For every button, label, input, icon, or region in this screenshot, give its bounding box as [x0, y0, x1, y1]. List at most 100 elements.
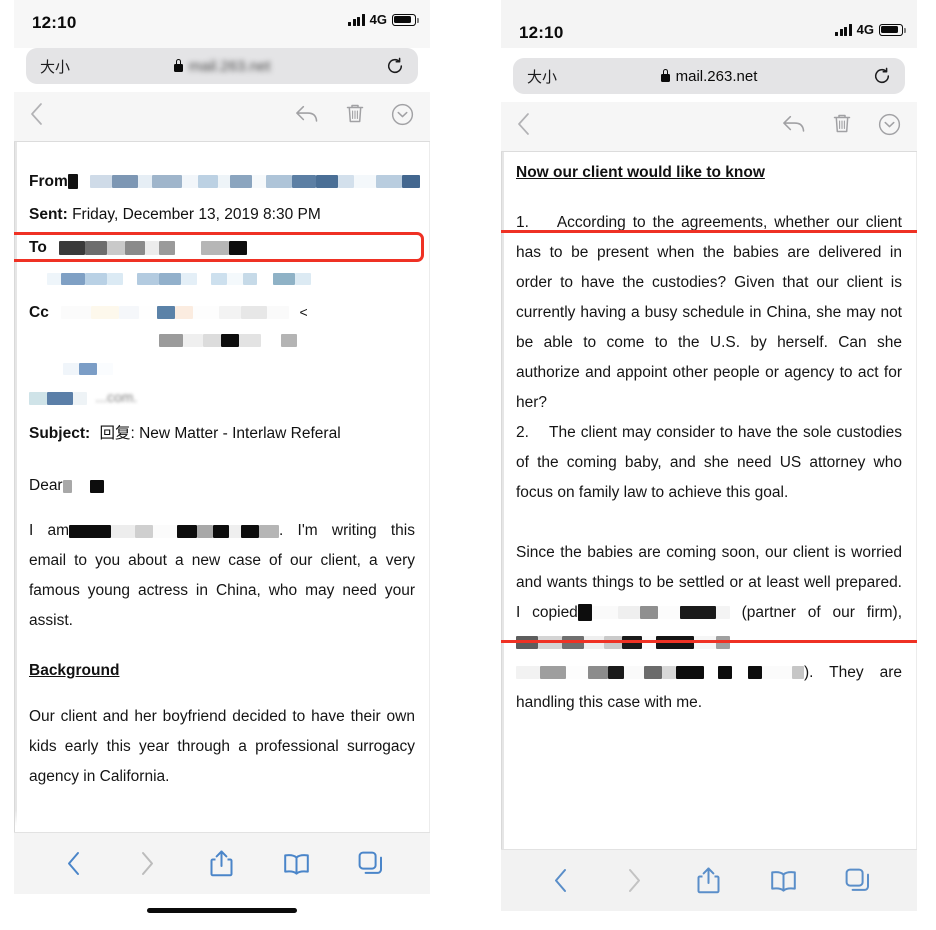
email-sent-row: Sent: Friday, December 13, 2019 8:30 PM	[29, 203, 415, 227]
email-cc-row-2	[29, 329, 415, 353]
closing-redaction-1	[577, 604, 730, 622]
to-label: To	[29, 239, 47, 257]
redaction-block	[62, 479, 72, 493]
share-up-icon[interactable]	[690, 862, 728, 900]
right-phone-screenshot: 12:10 4G 大小 mail.263.net Now our client …	[501, 0, 917, 930]
left-safari-toolbar	[14, 832, 430, 894]
left-home-area	[14, 908, 430, 930]
url-text: mail.263.net	[188, 57, 271, 75]
to-redaction-2	[47, 272, 311, 285]
text-size-button[interactable]: 大小	[40, 56, 70, 77]
salutation-text: Dear	[29, 477, 63, 495]
subject-label: Subject:	[29, 425, 91, 443]
left-status-bar: 12:10 4G	[14, 0, 430, 48]
url-text: mail.263.net	[675, 67, 758, 85]
email-salutation: Dear	[29, 474, 415, 498]
reload-icon[interactable]	[873, 67, 891, 85]
left-email-content[interactable]: From Sent: Friday, December 13, 2019 8:3…	[14, 142, 430, 832]
chevron-down-circle-icon[interactable]	[391, 103, 414, 131]
email-to-row-2	[29, 267, 415, 291]
trash-icon[interactable]	[832, 113, 852, 140]
right-urlbar-wrap: 大小 mail.263.net	[501, 58, 917, 102]
from-redaction	[82, 175, 421, 189]
closing-part-c: ).	[804, 664, 814, 681]
sent-value: Friday, December 13, 2019 8:30 PM	[72, 206, 321, 224]
email-to-row: To	[29, 236, 415, 260]
right-safari-toolbar	[501, 849, 917, 911]
book-open-icon[interactable]	[277, 845, 315, 883]
left-email-inner: From Sent: Friday, December 13, 2019 8:3…	[15, 142, 429, 792]
lock-icon	[660, 69, 670, 82]
right-status-bar: 12:10 4G	[501, 0, 917, 48]
from-label: From	[29, 173, 68, 190]
cc-redaction-3	[63, 363, 113, 375]
email-cc-row: Cc <	[29, 301, 415, 325]
tabs-copy-icon[interactable]	[352, 845, 390, 883]
home-indicator	[147, 908, 297, 913]
right-email-content[interactable]: Now our client would like to know 1. Acc…	[501, 152, 917, 849]
chevron-left-icon[interactable]	[517, 113, 530, 140]
chevron-left-icon[interactable]	[30, 103, 43, 130]
para1-rest: . I'm writing this email to you about a …	[29, 522, 415, 630]
background-paragraph: Our client and her boyfriend decided to …	[29, 708, 415, 786]
reload-icon[interactable]	[386, 57, 404, 75]
cc-redaction-2	[159, 334, 297, 348]
item2-text: The client may consider to have the sole…	[516, 424, 903, 501]
right-email-inner: Now our client would like to know 1. Acc…	[502, 152, 916, 718]
content-left-rule	[15, 142, 17, 832]
network-label: 4G	[856, 22, 874, 37]
redaction-block	[89, 479, 104, 493]
cc-redaction	[53, 306, 290, 320]
url-display: mail.263.net	[513, 68, 905, 85]
closing-redaction-3	[516, 666, 804, 680]
item1-text: According to the agreements, whether our…	[516, 214, 902, 411]
left-urlbar-wrap: 大小 mail.263.net	[14, 48, 430, 92]
battery-icon	[879, 23, 906, 36]
tabs-copy-icon[interactable]	[839, 862, 877, 900]
item2-number: 2.	[516, 424, 529, 441]
book-open-icon[interactable]	[764, 862, 802, 900]
trash-icon[interactable]	[345, 103, 365, 130]
questions-heading: Now our client would like to know	[516, 164, 765, 181]
question-item-2: 2. The client may consider to have the s…	[516, 418, 902, 508]
cc-redaction-4	[29, 391, 87, 405]
share-up-icon[interactable]	[203, 845, 241, 883]
content-left-rule	[502, 152, 504, 849]
closing-part-b: (partner of our firm),	[741, 604, 902, 621]
left-mail-toolbar	[14, 92, 430, 142]
sent-label: Sent:	[29, 206, 68, 224]
cc-label: Cc	[29, 304, 49, 322]
reply-arrow-icon[interactable]	[295, 103, 319, 130]
signal-bars-icon	[835, 23, 852, 36]
cc-bracket: <	[299, 304, 308, 321]
closing-paragraph: Since the babies are coming soon, our cl…	[516, 538, 902, 718]
screenshot-stage: 12:10 4G 大小 mail.263.net From Sent: Frid…	[0, 0, 936, 930]
question-item-1: 1. According to the agreements, whether …	[516, 208, 902, 418]
to-redaction	[51, 240, 248, 255]
signal-bars-icon	[348, 13, 365, 26]
right-mail-toolbar	[501, 102, 917, 152]
content-fade	[15, 810, 429, 832]
battery-icon	[392, 13, 419, 26]
chevron-right-icon	[616, 862, 654, 900]
chevron-left-icon[interactable]	[54, 845, 92, 883]
reply-arrow-icon[interactable]	[782, 113, 806, 140]
left-address-bar[interactable]: 大小 mail.263.net	[26, 48, 418, 84]
redaction-block	[67, 174, 78, 190]
url-display: mail.263.net	[26, 58, 418, 75]
email-para-1: I am. I'm writing this email to you abou…	[29, 516, 415, 636]
chevron-left-icon[interactable]	[541, 862, 579, 900]
network-label: 4G	[369, 12, 387, 27]
status-indicators: 4G	[835, 22, 906, 37]
background-heading: Background	[29, 662, 120, 680]
cc-domain-fragment: ...com.	[95, 389, 138, 406]
status-time: 12:10	[32, 13, 77, 32]
chevron-down-circle-icon[interactable]	[878, 113, 901, 141]
text-size-button[interactable]: 大小	[527, 66, 557, 87]
email-from-row: From	[29, 170, 421, 194]
right-address-bar[interactable]: 大小 mail.263.net	[513, 58, 905, 94]
lock-icon	[173, 59, 183, 72]
status-indicators: 4G	[348, 12, 419, 27]
email-subject-row: Subject: 回复: New Matter - Interlaw Refer…	[29, 422, 415, 446]
item1-number: 1.	[516, 214, 529, 231]
